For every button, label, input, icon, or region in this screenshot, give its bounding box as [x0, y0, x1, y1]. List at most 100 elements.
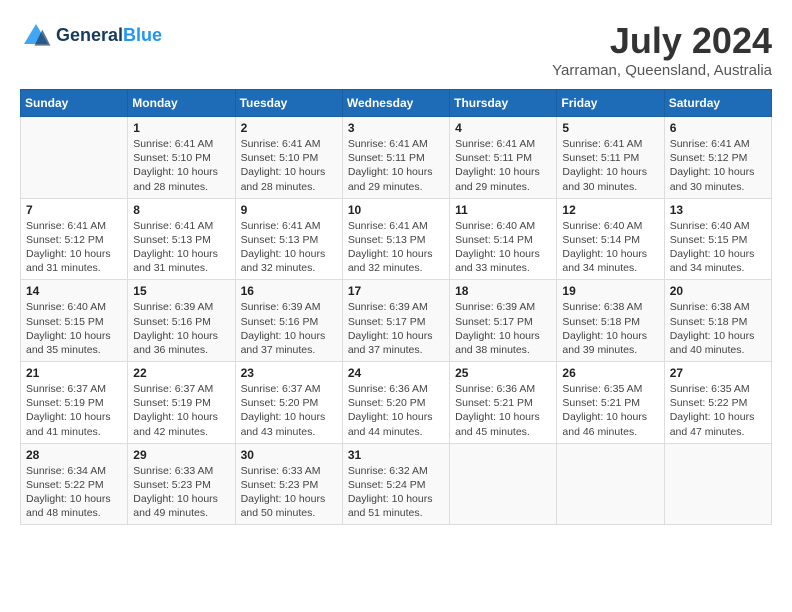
day-info: Sunrise: 6:36 AM Sunset: 5:20 PM Dayligh… [348, 382, 444, 439]
day-number: 5 [562, 121, 658, 135]
day-info: Sunrise: 6:39 AM Sunset: 5:16 PM Dayligh… [133, 300, 229, 357]
calendar-cell: 21Sunrise: 6:37 AM Sunset: 5:19 PM Dayli… [21, 362, 128, 444]
day-info: Sunrise: 6:35 AM Sunset: 5:22 PM Dayligh… [670, 382, 766, 439]
location: Yarraman, Queensland, Australia [552, 62, 772, 79]
calendar-cell: 13 Sunrise: 6:40 AM Sunset: 5:15 PM Dayli… [664, 198, 771, 280]
calendar-week-row: 14 Sunrise: 6:40 AM Sunset: 5:15 PM Dayli… [21, 280, 772, 362]
day-info: Sunrise: 6:41 AM Sunset: 5:10 PM Dayligh… [133, 137, 229, 194]
day-number: 30 [241, 448, 337, 462]
day-info: Sunrise: 6:37 AM Sunset: 5:20 PM Dayligh… [241, 382, 337, 439]
day-info: Sunrise: 6:41 AM Sunset: 5:11 PM Dayligh… [348, 137, 444, 194]
calendar-cell: 18Sunrise: 6:39 AM Sunset: 5:17 PM Dayli… [450, 280, 557, 362]
calendar-cell: 26 Sunrise: 6:35 AM Sunset: 5:21 PM Dayli… [557, 362, 664, 444]
calendar-cell: 31 Sunrise: 6:32 AM Sunset: 5:24 PM Dayli… [342, 443, 449, 525]
day-number: 11 [455, 203, 551, 217]
calendar-cell: 29Sunrise: 6:33 AM Sunset: 5:23 PM Dayli… [128, 443, 235, 525]
calendar-cell: 17 Sunrise: 6:39 AM Sunset: 5:17 PM Dayli… [342, 280, 449, 362]
weekday-header-sunday: Sunday [21, 90, 128, 117]
day-number: 16 [241, 284, 337, 298]
day-number: 14 [26, 284, 122, 298]
calendar-week-row: 7Sunrise: 6:41 AM Sunset: 5:12 PM Daylig… [21, 198, 772, 280]
weekday-header-thursday: Thursday [450, 90, 557, 117]
day-info: Sunrise: 6:41 AM Sunset: 5:12 PM Dayligh… [670, 137, 766, 194]
calendar-week-row: 21Sunrise: 6:37 AM Sunset: 5:19 PM Dayli… [21, 362, 772, 444]
day-number: 25 [455, 366, 551, 380]
calendar-table: SundayMondayTuesdayWednesdayThursdayFrid… [20, 89, 772, 525]
calendar-cell: 24Sunrise: 6:36 AM Sunset: 5:20 PM Dayli… [342, 362, 449, 444]
calendar-cell: 20 Sunrise: 6:38 AM Sunset: 5:18 PM Dayli… [664, 280, 771, 362]
calendar-cell: 22 Sunrise: 6:37 AM Sunset: 5:19 PM Dayli… [128, 362, 235, 444]
day-number: 1 [133, 121, 229, 135]
day-info: Sunrise: 6:34 AM Sunset: 5:22 PM Dayligh… [26, 464, 122, 521]
title-section: July 2024 Yarraman, Queensland, Australi… [552, 20, 772, 79]
calendar-cell: 8Sunrise: 6:41 AM Sunset: 5:13 PM Daylig… [128, 198, 235, 280]
calendar-cell [557, 443, 664, 525]
day-number: 22 [133, 366, 229, 380]
day-number: 10 [348, 203, 444, 217]
day-info: Sunrise: 6:41 AM Sunset: 5:10 PM Dayligh… [241, 137, 337, 194]
calendar-cell: 1 Sunrise: 6:41 AM Sunset: 5:10 PM Daylig… [128, 117, 235, 199]
day-number: 18 [455, 284, 551, 298]
day-info: Sunrise: 6:39 AM Sunset: 5:17 PM Dayligh… [348, 300, 444, 357]
calendar-cell: 19 Sunrise: 6:38 AM Sunset: 5:18 PM Dayli… [557, 280, 664, 362]
day-info: Sunrise: 6:39 AM Sunset: 5:16 PM Dayligh… [241, 300, 337, 357]
logo-icon [20, 20, 52, 52]
calendar-cell: 12Sunrise: 6:40 AM Sunset: 5:14 PM Dayli… [557, 198, 664, 280]
day-number: 26 [562, 366, 658, 380]
calendar-cell: 16 Sunrise: 6:39 AM Sunset: 5:16 PM Dayli… [235, 280, 342, 362]
calendar-week-row: 28 Sunrise: 6:34 AM Sunset: 5:22 PM Dayli… [21, 443, 772, 525]
day-info: Sunrise: 6:32 AM Sunset: 5:24 PM Dayligh… [348, 464, 444, 521]
day-info: Sunrise: 6:41 AM Sunset: 5:13 PM Dayligh… [348, 219, 444, 276]
day-info: Sunrise: 6:40 AM Sunset: 5:15 PM Dayligh… [26, 300, 122, 357]
day-info: Sunrise: 6:41 AM Sunset: 5:11 PM Dayligh… [562, 137, 658, 194]
weekday-header-row: SundayMondayTuesdayWednesdayThursdayFrid… [21, 90, 772, 117]
day-info: Sunrise: 6:37 AM Sunset: 5:19 PM Dayligh… [26, 382, 122, 439]
day-info: Sunrise: 6:40 AM Sunset: 5:15 PM Dayligh… [670, 219, 766, 276]
calendar-week-row: 1 Sunrise: 6:41 AM Sunset: 5:10 PM Daylig… [21, 117, 772, 199]
day-number: 4 [455, 121, 551, 135]
calendar-cell: 27 Sunrise: 6:35 AM Sunset: 5:22 PM Dayli… [664, 362, 771, 444]
calendar-cell: 5 Sunrise: 6:41 AM Sunset: 5:11 PM Daylig… [557, 117, 664, 199]
day-number: 23 [241, 366, 337, 380]
calendar-cell: 7Sunrise: 6:41 AM Sunset: 5:12 PM Daylig… [21, 198, 128, 280]
calendar-cell: 2 Sunrise: 6:41 AM Sunset: 5:10 PM Daylig… [235, 117, 342, 199]
calendar-cell: 15 Sunrise: 6:39 AM Sunset: 5:16 PM Dayli… [128, 280, 235, 362]
page-header: GeneralBlue July 2024 Yarraman, Queensla… [20, 20, 772, 79]
day-number: 17 [348, 284, 444, 298]
day-info: Sunrise: 6:35 AM Sunset: 5:21 PM Dayligh… [562, 382, 658, 439]
day-number: 28 [26, 448, 122, 462]
day-number: 19 [562, 284, 658, 298]
weekday-header-saturday: Saturday [664, 90, 771, 117]
day-number: 3 [348, 121, 444, 135]
day-number: 31 [348, 448, 444, 462]
weekday-header-monday: Monday [128, 90, 235, 117]
day-info: Sunrise: 6:38 AM Sunset: 5:18 PM Dayligh… [562, 300, 658, 357]
calendar-cell: 11Sunrise: 6:40 AM Sunset: 5:14 PM Dayli… [450, 198, 557, 280]
day-info: Sunrise: 6:40 AM Sunset: 5:14 PM Dayligh… [562, 219, 658, 276]
day-info: Sunrise: 6:38 AM Sunset: 5:18 PM Dayligh… [670, 300, 766, 357]
day-number: 2 [241, 121, 337, 135]
day-number: 7 [26, 203, 122, 217]
weekday-header-tuesday: Tuesday [235, 90, 342, 117]
day-number: 13 [670, 203, 766, 217]
day-info: Sunrise: 6:41 AM Sunset: 5:13 PM Dayligh… [133, 219, 229, 276]
calendar-body: 1 Sunrise: 6:41 AM Sunset: 5:10 PM Daylig… [21, 117, 772, 525]
month-title: July 2024 [552, 20, 772, 62]
weekday-header-wednesday: Wednesday [342, 90, 449, 117]
day-number: 27 [670, 366, 766, 380]
calendar-cell: 23 Sunrise: 6:37 AM Sunset: 5:20 PM Dayli… [235, 362, 342, 444]
calendar-cell: 25Sunrise: 6:36 AM Sunset: 5:21 PM Dayli… [450, 362, 557, 444]
day-info: Sunrise: 6:41 AM Sunset: 5:11 PM Dayligh… [455, 137, 551, 194]
day-number: 15 [133, 284, 229, 298]
weekday-header-friday: Friday [557, 90, 664, 117]
day-info: Sunrise: 6:37 AM Sunset: 5:19 PM Dayligh… [133, 382, 229, 439]
calendar-cell [21, 117, 128, 199]
logo: GeneralBlue [20, 20, 162, 52]
day-number: 20 [670, 284, 766, 298]
calendar-cell [450, 443, 557, 525]
calendar-cell: 30Sunrise: 6:33 AM Sunset: 5:23 PM Dayli… [235, 443, 342, 525]
logo-text: GeneralBlue [56, 26, 162, 46]
calendar-cell [664, 443, 771, 525]
calendar-cell: 28 Sunrise: 6:34 AM Sunset: 5:22 PM Dayli… [21, 443, 128, 525]
day-number: 29 [133, 448, 229, 462]
